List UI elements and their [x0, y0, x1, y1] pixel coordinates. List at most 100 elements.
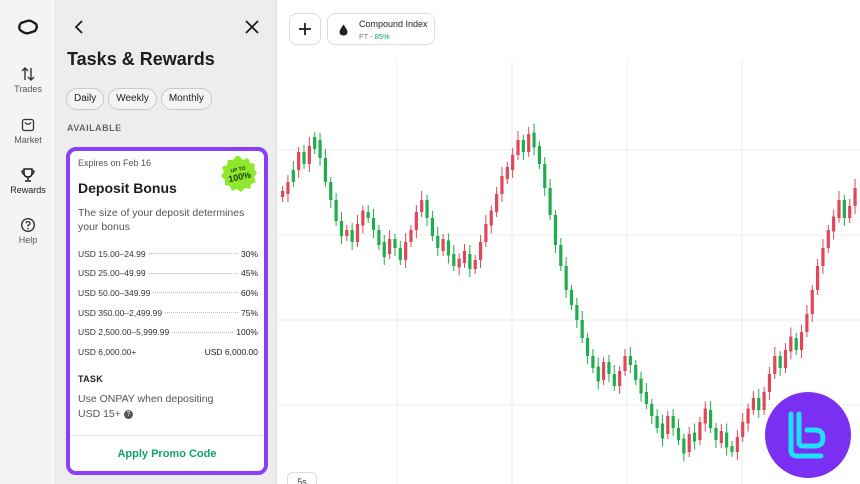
candle-body — [751, 398, 755, 410]
nav-item-rewards[interactable]: Rewards — [0, 167, 56, 195]
tier-bonus: 30% — [240, 248, 258, 259]
candle-body — [607, 362, 611, 374]
candle-body — [382, 242, 386, 257]
candle-body — [596, 366, 600, 382]
candle-body — [371, 218, 376, 230]
asset-subtitle: FT - 85% — [359, 32, 390, 41]
tier-bonus: 100% — [236, 327, 258, 338]
candle-body — [730, 446, 734, 452]
add-asset-button[interactable] — [289, 13, 321, 45]
arrows-updown-icon — [21, 67, 35, 81]
candle-body — [355, 224, 360, 242]
candle-body — [537, 146, 541, 164]
nav-item-trades[interactable]: Trades — [0, 66, 56, 94]
tier-range: USD 350.00–2,499.99 — [78, 307, 163, 318]
candle-body — [746, 408, 750, 424]
filter-weekly[interactable]: Weekly — [108, 88, 157, 110]
close-icon[interactable] — [242, 17, 262, 37]
asset-selector[interactable]: Compound Index FT - 85% — [327, 13, 435, 45]
asset-separator: - — [368, 32, 375, 41]
apply-promo-code-button[interactable]: Apply Promo Code — [70, 437, 264, 471]
chart-area[interactable]: Compound Index FT - 85% 5s — [277, 0, 860, 484]
tasks-rewards-panel: Tasks & Rewards Daily Weekly Monthly AVA… — [56, 0, 277, 484]
candle-body — [634, 365, 638, 380]
candle-body — [692, 432, 697, 442]
nav-label-market: Market — [14, 135, 42, 145]
candle-body — [666, 416, 670, 434]
tier-bonus: USD 6,000.00 — [204, 346, 258, 357]
candle-body — [307, 146, 311, 164]
candle-body — [388, 239, 392, 254]
nav-item-help[interactable]: Help — [0, 217, 56, 245]
asset-name: Compound Index — [359, 19, 428, 29]
nav-item-market[interactable]: Market — [0, 117, 56, 145]
candle-body — [591, 356, 595, 368]
drop-icon — [339, 24, 348, 36]
candle-body — [452, 254, 456, 266]
candle-body — [575, 305, 579, 320]
card-title: Deposit Bonus — [78, 180, 177, 196]
task-text: Use ONPAY when depositing USD 15+? — [78, 392, 238, 422]
back-chevron-icon[interactable] — [70, 17, 90, 37]
candle-body — [516, 140, 520, 155]
nav-label-help: Help — [18, 235, 38, 245]
watermark-logo — [765, 392, 851, 478]
filter-monthly[interactable]: Monthly — [160, 88, 212, 110]
candle-body — [329, 182, 333, 200]
candle-body — [505, 167, 509, 179]
candle-body — [837, 200, 841, 218]
asset-code: FT — [359, 32, 369, 41]
help-icon[interactable]: ? — [123, 409, 133, 419]
candle-body — [409, 230, 413, 242]
bonus-tiers-list: USD 15.00–24.99 30% USD 25.00–49.99 45% US… — [78, 244, 258, 362]
tier-range: USD 25.00–49.99 — [78, 268, 146, 279]
candle-body — [334, 200, 338, 221]
brand-logo-icon[interactable] — [16, 18, 40, 36]
candle-body — [821, 248, 825, 266]
candle-body — [698, 422, 702, 440]
candle-body — [773, 356, 777, 374]
candle-body — [612, 374, 616, 386]
candle-body — [366, 212, 370, 218]
candle-body — [457, 258, 461, 268]
candle-body — [655, 416, 659, 428]
candle-body — [783, 350, 788, 368]
candle-body — [714, 428, 718, 440]
candle-body — [286, 182, 290, 194]
candle-body — [789, 336, 793, 352]
candle-body — [767, 374, 772, 392]
candle-body — [650, 404, 654, 416]
candle-body — [425, 200, 429, 218]
candle-body — [495, 194, 499, 212]
panel-header — [56, 0, 277, 44]
tier-range: USD 6,000.00+ — [78, 346, 137, 357]
candle-body — [489, 210, 493, 226]
tier-bonus: 75% — [240, 307, 258, 318]
candle-body — [446, 240, 451, 256]
plus-icon — [299, 23, 311, 35]
candle-body — [826, 230, 830, 248]
candle-body — [377, 230, 381, 245]
timeframe-button[interactable]: 5s — [287, 472, 317, 484]
candle-body — [430, 218, 434, 236]
candle-body — [644, 392, 648, 404]
tier-range: USD 2,500.00–5,999.99 — [78, 327, 170, 338]
card-description: The size of your deposit determines your… — [78, 207, 245, 233]
candle-body — [532, 132, 536, 148]
candle-body — [602, 362, 606, 380]
filter-daily[interactable]: Daily — [66, 88, 105, 110]
tier-range: USD 50.00–349.99 — [78, 287, 151, 298]
candle-body — [281, 191, 285, 197]
candle-body — [853, 188, 857, 206]
candle-body — [848, 206, 852, 218]
candle-body — [585, 338, 590, 356]
candle-body — [339, 221, 344, 236]
candle-body — [618, 371, 622, 386]
candle-body — [291, 170, 295, 182]
panel-title: Tasks & Rewards — [67, 49, 215, 69]
candle-body — [462, 251, 467, 263]
candle-body — [398, 248, 402, 260]
candle-body — [361, 210, 365, 226]
candle-body — [473, 260, 477, 269]
candle-body — [297, 152, 301, 170]
